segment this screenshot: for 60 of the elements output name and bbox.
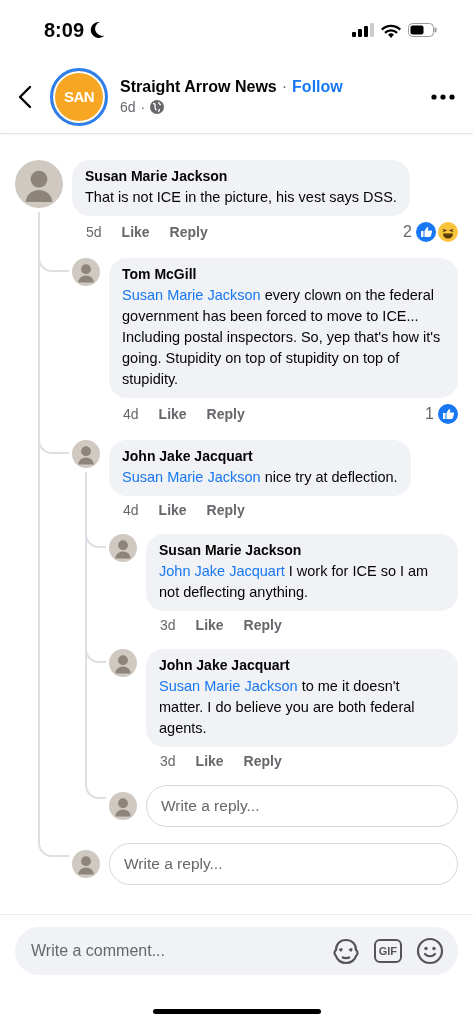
separator-dot: · xyxy=(281,78,288,96)
heart-eyes-face-icon[interactable] xyxy=(331,937,360,965)
reply-link[interactable]: Reply xyxy=(206,406,245,422)
mention-link[interactable]: Susan Marie Jackson xyxy=(159,678,298,694)
avatar[interactable] xyxy=(72,258,100,286)
reply-link[interactable]: Reply xyxy=(206,502,245,518)
status-time: 8:09 xyxy=(44,18,85,42)
timestamp: 5d xyxy=(86,224,102,240)
post-age: 6d xyxy=(120,99,136,115)
moon-icon xyxy=(89,21,106,39)
author-name[interactable]: John Jake Jacquart xyxy=(159,657,445,673)
comment-text: John Jake Jacquart I work for ICE so I am not deflecting anything. xyxy=(159,562,430,602)
author-name[interactable]: Susan Marie Jackson xyxy=(85,168,397,184)
timestamp: 4d xyxy=(123,502,139,518)
battery-icon xyxy=(408,23,437,37)
timestamp: 4d xyxy=(123,406,139,422)
laughing-face-icon[interactable] xyxy=(438,222,458,242)
comment-text: Susan Marie Jackson nice try at deflection. xyxy=(122,468,398,487)
more-icon[interactable] xyxy=(431,93,455,100)
reply-link[interactable]: Reply xyxy=(169,224,208,240)
mention-link[interactable]: Susan Marie Jackson xyxy=(122,469,261,485)
comment-text: Susan Marie Jackson to me it doesn't matter. I do believe you are both federal agents. xyxy=(159,677,416,738)
thumbs-up-icon[interactable] xyxy=(438,404,458,424)
author-name[interactable]: Tom McGill xyxy=(122,266,445,282)
author-name[interactable]: Susan Marie Jackson xyxy=(159,542,445,558)
avatar[interactable] xyxy=(15,160,63,208)
gif-button[interactable]: GIF xyxy=(373,939,402,963)
reaction-count: 2 xyxy=(403,223,412,241)
thumbs-up-icon[interactable] xyxy=(416,222,436,242)
comment-text: That is not ICE in the picture, his vest says DSS. xyxy=(85,188,397,207)
comment-text: Susan Marie Jackson every clown on the federal government has been forced to move to ICE... Including postal inspectors. So, yep that's how it's going. Stupidity on top of stupidity on top of stupidity. xyxy=(122,286,442,389)
like-link[interactable]: Like xyxy=(195,753,224,769)
reply-link[interactable]: Reply xyxy=(243,753,282,769)
author-name[interactable]: John Jake Jacquart xyxy=(122,448,398,464)
avatar[interactable] xyxy=(109,792,137,820)
smiley-icon[interactable] xyxy=(416,937,444,965)
separator-dot: · xyxy=(140,99,146,115)
follow-link[interactable]: Follow xyxy=(292,78,343,96)
like-link[interactable]: Like xyxy=(121,224,150,240)
back-icon[interactable] xyxy=(18,84,32,109)
like-link[interactable]: Like xyxy=(158,406,187,422)
avatar[interactable] xyxy=(109,649,137,677)
avatar[interactable] xyxy=(72,440,100,468)
timestamp: 3d xyxy=(160,617,176,633)
wifi-icon xyxy=(381,22,401,38)
reply-field[interactable]: Write a reply... xyxy=(146,785,458,827)
like-link[interactable]: Like xyxy=(195,617,224,633)
reply-field[interactable]: Write a reply... xyxy=(109,843,458,885)
reply-link[interactable]: Reply xyxy=(243,617,282,633)
avatar[interactable] xyxy=(109,534,137,562)
like-link[interactable]: Like xyxy=(158,502,187,518)
mention-link[interactable]: John Jake Jacquart xyxy=(159,563,285,579)
globe-icon xyxy=(150,100,165,114)
mention-link[interactable]: Susan Marie Jackson xyxy=(122,287,261,303)
comment-field[interactable]: Write a comment... GIF xyxy=(15,927,458,975)
reaction-count: 1 xyxy=(425,405,434,423)
avatar[interactable] xyxy=(72,850,100,878)
page-name[interactable]: Straight Arrow News xyxy=(120,78,277,96)
timestamp: 3d xyxy=(160,753,176,769)
signal-icon xyxy=(352,23,374,37)
